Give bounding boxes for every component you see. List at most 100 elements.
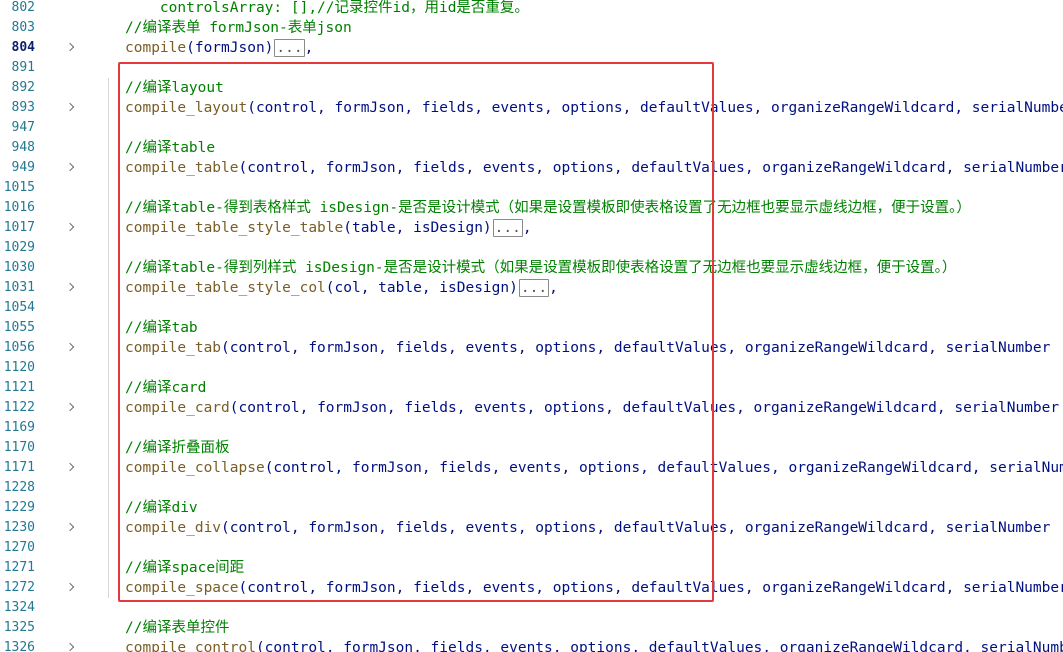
code-line[interactable]: 893 compile_layout(control, formJson, fie…: [0, 98, 1063, 118]
function-name: compile_table: [125, 160, 239, 176]
indent-guide: [108, 318, 109, 338]
code-line[interactable]: 892 //编译layout: [0, 78, 1063, 98]
fold-chevron-icon[interactable]: [65, 642, 75, 652]
code-line[interactable]: 1016 //编译table-得到表格样式 isDesign-是否是设计模式（如果…: [0, 198, 1063, 218]
fold-chevron-icon[interactable]: [65, 222, 75, 232]
code-line[interactable]: 1031 compile_table_style_col(col, table, …: [0, 278, 1063, 298]
code-line[interactable]: 1056 compile_tab(control, formJson, field…: [0, 338, 1063, 358]
code-line[interactable]: 1228: [0, 478, 1063, 498]
code-line[interactable]: 1229 //编译div: [0, 498, 1063, 518]
indent-guide: [108, 178, 109, 198]
line-number: 1169: [3, 420, 35, 435]
line-number: 1326: [3, 640, 35, 652]
code-line[interactable]: 1030 //编译table-得到列样式 isDesign-是否是设计模式（如果是…: [0, 258, 1063, 278]
code-line[interactable]: 891: [0, 58, 1063, 78]
code-line[interactable]: 1122 compile_card(control, formJson, fiel…: [0, 398, 1063, 418]
code-text: //编译div: [125, 498, 198, 518]
line-number: 1056: [3, 340, 35, 355]
comment-text: //编译table-得到列样式 isDesign-是否是设计模式（如果是设置模板…: [125, 260, 957, 276]
code-punctuation: ,: [522, 220, 532, 236]
code-text: //编译table: [125, 138, 215, 158]
code-line[interactable]: 1324: [0, 598, 1063, 618]
fold-chevron-icon[interactable]: [65, 102, 75, 112]
fold-chevron-icon[interactable]: [65, 42, 75, 52]
indent-guide: [108, 378, 109, 398]
code-line[interactable]: 1326 compile_control(control, formJson, f…: [0, 638, 1063, 652]
code-line[interactable]: 949 compile_table(control, formJson, fiel…: [0, 158, 1063, 178]
code-line[interactable]: 1230 compile_div(control, formJson, field…: [0, 518, 1063, 538]
indent-guide: [108, 78, 109, 98]
code-line[interactable]: 802 controlsArray: [],//记录控件id，用id是否重复。: [0, 0, 1063, 18]
code-line[interactable]: 1017 compile_table_style_table(table, isD…: [0, 218, 1063, 238]
line-number: 1229: [3, 500, 35, 515]
function-args: (control, formJson, fields, events, opti…: [221, 340, 1051, 356]
line-number: 1272: [3, 580, 35, 595]
code-line[interactable]: 1029: [0, 238, 1063, 258]
line-number: 947: [11, 120, 35, 135]
code-text: //编译table-得到列样式 isDesign-是否是设计模式（如果是设置模板…: [125, 258, 956, 278]
line-number: 1017: [3, 220, 35, 235]
fold-chevron-icon[interactable]: [65, 522, 75, 532]
function-name: compile_layout: [125, 100, 248, 116]
indent-guide: [108, 198, 109, 218]
line-number: 1015: [3, 180, 35, 195]
function-name: compile_table_style_col: [125, 280, 326, 296]
code-punctuation: ,: [304, 40, 314, 56]
code-line[interactable]: 1169: [0, 418, 1063, 438]
indent-guide: [108, 478, 109, 498]
line-number: 1171: [3, 460, 35, 475]
fold-chevron-icon[interactable]: [65, 342, 75, 352]
fold-chevron-icon[interactable]: [65, 402, 75, 412]
line-number: 1228: [3, 480, 35, 495]
function-args: (formJson): [186, 40, 274, 56]
code-line[interactable]: 1272 compile_space(control, formJson, fie…: [0, 578, 1063, 598]
code-line[interactable]: 1170 //编译折叠面板: [0, 438, 1063, 458]
comment-text: //编译table-得到表格样式 isDesign-是否是设计模式（如果是设置模…: [125, 200, 971, 216]
function-args: (col, table, isDesign): [325, 280, 518, 296]
code-line[interactable]: 804 compile(formJson)...,: [0, 38, 1063, 58]
line-number: 1055: [3, 320, 35, 335]
code-editor[interactable]: 802 controlsArray: [],//记录控件id，用id是否重复。 8…: [0, 0, 1063, 652]
function-name: compile_space: [125, 580, 239, 596]
collapsed-region-button[interactable]: ...: [492, 219, 523, 237]
code-line[interactable]: 1171 compile_collapse(control, formJson, …: [0, 458, 1063, 478]
collapsed-region-button[interactable]: ...: [274, 39, 305, 57]
comment-text: //编译card: [125, 380, 207, 396]
indent-guide: [108, 458, 109, 478]
code-line[interactable]: 1270: [0, 538, 1063, 558]
code-text: compile_layout(control, formJson, fields…: [125, 98, 1063, 118]
line-number: 1170: [3, 440, 35, 455]
fold-chevron-icon[interactable]: [65, 162, 75, 172]
code-line[interactable]: 1120: [0, 358, 1063, 378]
collapsed-region-button[interactable]: ...: [518, 279, 550, 297]
line-number: 893: [11, 100, 35, 115]
fold-chevron-icon[interactable]: [65, 462, 75, 472]
indent-guide: [108, 558, 109, 578]
indent-guide: [108, 258, 109, 278]
fold-chevron-icon[interactable]: [65, 582, 75, 592]
code-line[interactable]: 948 //编译table: [0, 138, 1063, 158]
function-args: (control, formJson, fields, events, opti…: [229, 400, 1060, 416]
line-number: 1120: [3, 360, 35, 375]
code-line[interactable]: 1271 //编译space间距: [0, 558, 1063, 578]
indent-guide: [108, 298, 109, 318]
line-number: 1029: [3, 240, 35, 255]
code-punctuation: ,: [549, 280, 558, 296]
fold-chevron-icon[interactable]: [65, 282, 75, 292]
function-name: compile_div: [125, 520, 222, 536]
indent-guide: [108, 118, 109, 138]
code-line[interactable]: 947: [0, 118, 1063, 138]
code-line[interactable]: 1015: [0, 178, 1063, 198]
indent-guide: [108, 158, 109, 178]
indent-guide: [108, 358, 109, 378]
code-line[interactable]: 1054: [0, 298, 1063, 318]
function-name: compile_card: [125, 400, 230, 416]
code-line[interactable]: 1055 //编译tab: [0, 318, 1063, 338]
code-text: //编译tab: [125, 318, 198, 338]
code-line[interactable]: 1325 //编译表单控件: [0, 618, 1063, 638]
code-text: //编译space间距: [125, 558, 244, 578]
code-line[interactable]: 1121 //编译card: [0, 378, 1063, 398]
code-text: controlsArray: [],//记录控件id，用id是否重复。: [125, 0, 529, 18]
code-line[interactable]: 803 //编译表单 formJson-表单json: [0, 18, 1063, 38]
indent-guide: [108, 518, 109, 538]
